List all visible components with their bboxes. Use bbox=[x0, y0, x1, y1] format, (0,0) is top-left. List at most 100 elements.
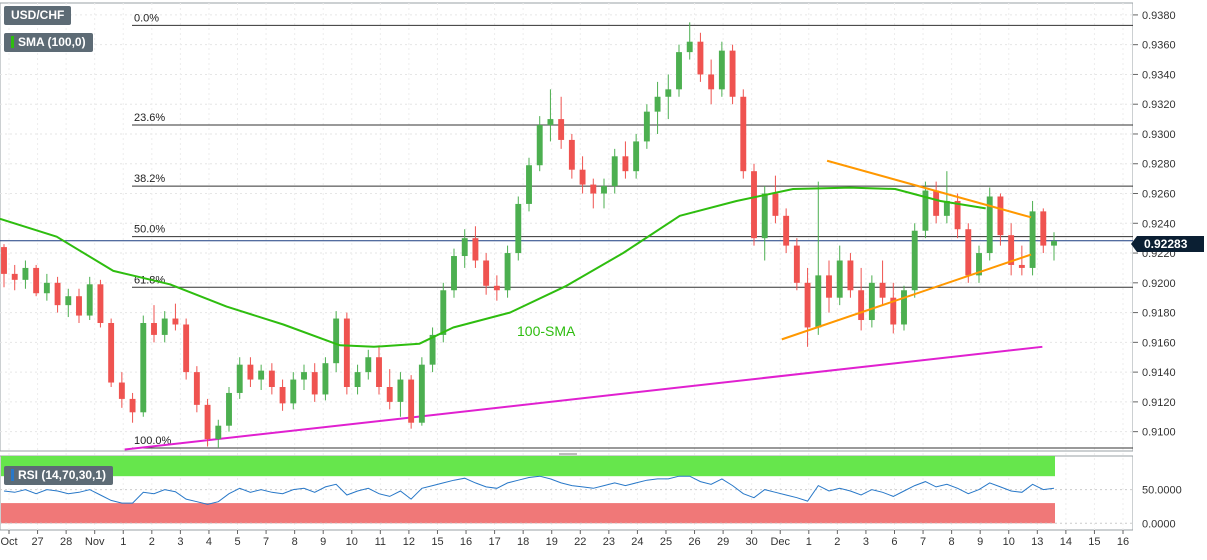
price-tick-label: 0.9320 bbox=[1142, 99, 1176, 111]
candle-body bbox=[183, 324, 190, 373]
date-tick-label: 9 bbox=[977, 536, 983, 548]
candle-body bbox=[1040, 211, 1047, 246]
candle-body bbox=[76, 296, 82, 316]
candle-body bbox=[236, 364, 243, 393]
candle-body bbox=[954, 200, 961, 230]
rsi-badge[interactable]: RSI (14,70,30,1) bbox=[4, 466, 114, 485]
candle-body bbox=[1, 247, 7, 274]
candle-body bbox=[858, 290, 865, 321]
fib-level-label: 38.2% bbox=[134, 173, 165, 185]
candle-body bbox=[483, 260, 490, 286]
price-tick-label: 0.9340 bbox=[1142, 69, 1176, 81]
candle-body bbox=[547, 119, 554, 126]
price-tick-label: 0.9160 bbox=[1142, 337, 1176, 349]
candle-body bbox=[643, 111, 650, 142]
sma-annotation: 100-SMA bbox=[517, 323, 576, 339]
date-tick-label: 29 bbox=[717, 536, 729, 548]
candle-body bbox=[515, 203, 522, 254]
date-tick-label: 10 bbox=[1003, 536, 1015, 548]
candle-body bbox=[826, 275, 832, 298]
rsi-oversold-zone bbox=[1, 503, 1055, 524]
candle-body bbox=[783, 215, 790, 246]
candle-body bbox=[579, 169, 586, 185]
candle-body bbox=[611, 156, 618, 187]
candle-body bbox=[408, 379, 415, 423]
candle-body bbox=[697, 41, 704, 75]
candle-body bbox=[376, 357, 382, 387]
candle-body bbox=[43, 282, 50, 294]
date-tick-label: 18 bbox=[517, 536, 529, 548]
date-tick-label: Nov bbox=[85, 536, 105, 548]
candle-body bbox=[633, 141, 640, 172]
date-tick-label: 3 bbox=[863, 536, 869, 548]
date-tick-label: 15 bbox=[1088, 536, 1100, 548]
fib-level-label: 50.0% bbox=[134, 224, 165, 236]
price-tick-label: 0.9380 bbox=[1142, 10, 1176, 22]
candle-body bbox=[772, 193, 779, 216]
candle-body bbox=[526, 165, 532, 204]
date-tick-label: Dec bbox=[770, 536, 790, 548]
candle-body bbox=[751, 171, 757, 239]
candle-body bbox=[847, 260, 854, 291]
fib-level-label: 23.6% bbox=[134, 112, 165, 124]
candle-body bbox=[151, 323, 157, 335]
candle-body bbox=[901, 290, 907, 325]
date-tick-label: 19 bbox=[546, 536, 558, 548]
candle-body bbox=[740, 96, 747, 172]
candle-body bbox=[226, 392, 232, 426]
candle-body bbox=[536, 125, 543, 166]
last-price-badge: 0.92283 bbox=[1131, 236, 1204, 252]
candle-body bbox=[301, 372, 307, 380]
candle-body bbox=[622, 156, 629, 172]
date-tick-label: 4 bbox=[206, 536, 212, 548]
date-tick-label: 17 bbox=[488, 536, 500, 548]
date-tick-label: 3 bbox=[177, 536, 183, 548]
price-tick-label: 0.9100 bbox=[1142, 427, 1176, 439]
date-tick-label: 8 bbox=[292, 536, 298, 548]
date-tick-label: 10 bbox=[346, 536, 358, 548]
date-tick-label: 8 bbox=[949, 536, 955, 548]
candle-body bbox=[322, 363, 329, 395]
candle-body bbox=[386, 387, 393, 402]
rsi-color-swatch bbox=[11, 469, 14, 481]
candle-body bbox=[911, 230, 918, 291]
candle-body bbox=[965, 229, 972, 276]
candle-body bbox=[868, 282, 875, 321]
candle-body bbox=[247, 364, 254, 380]
candle-body bbox=[333, 318, 340, 364]
candle-body bbox=[493, 285, 500, 291]
date-tick-label: 28 bbox=[60, 536, 72, 548]
symbol-badge[interactable]: USD/CHF bbox=[4, 6, 72, 25]
date-tick-label: 14 bbox=[1060, 536, 1072, 548]
date-tick-label: 30 bbox=[746, 536, 758, 548]
date-tick-label: 11 bbox=[375, 536, 386, 548]
candle-body bbox=[161, 318, 168, 335]
candle-body bbox=[1051, 241, 1057, 246]
rsi-tick-label: 50.0000 bbox=[1142, 485, 1182, 497]
date-tick-label: 5 bbox=[234, 536, 240, 548]
candle-body bbox=[140, 323, 147, 413]
candle-body bbox=[558, 119, 565, 140]
candle-body bbox=[933, 190, 940, 216]
candle-body bbox=[193, 372, 200, 405]
price-tick-label: 0.9300 bbox=[1142, 129, 1176, 141]
candle-body bbox=[33, 267, 40, 294]
candle-body bbox=[129, 398, 136, 413]
candle-body bbox=[365, 357, 372, 373]
candle-body bbox=[601, 186, 607, 194]
candle-body bbox=[504, 253, 511, 291]
date-tick-label: 15 bbox=[431, 536, 443, 548]
sma-badge[interactable]: SMA (100,0) bbox=[4, 33, 93, 52]
price-tick-label: 0.9200 bbox=[1142, 278, 1176, 290]
candle-body bbox=[22, 267, 29, 280]
candle-body bbox=[311, 372, 318, 395]
candle-body bbox=[879, 282, 886, 298]
candle-body bbox=[686, 41, 693, 53]
symbol-label: USD/CHF bbox=[11, 8, 65, 22]
chart-canvas[interactable]: 0.0%23.6%38.2%50.0%61.8%100.0% 0.93800.9… bbox=[0, 0, 1207, 555]
price-tick-label: 0.9120 bbox=[1142, 397, 1176, 409]
date-tick-label: 25 bbox=[660, 536, 672, 548]
rsi-tick-label: 0.0000 bbox=[1142, 518, 1176, 530]
date-tick-label: 9 bbox=[320, 536, 326, 548]
sma-indicator-label: SMA (100,0) bbox=[18, 35, 86, 49]
